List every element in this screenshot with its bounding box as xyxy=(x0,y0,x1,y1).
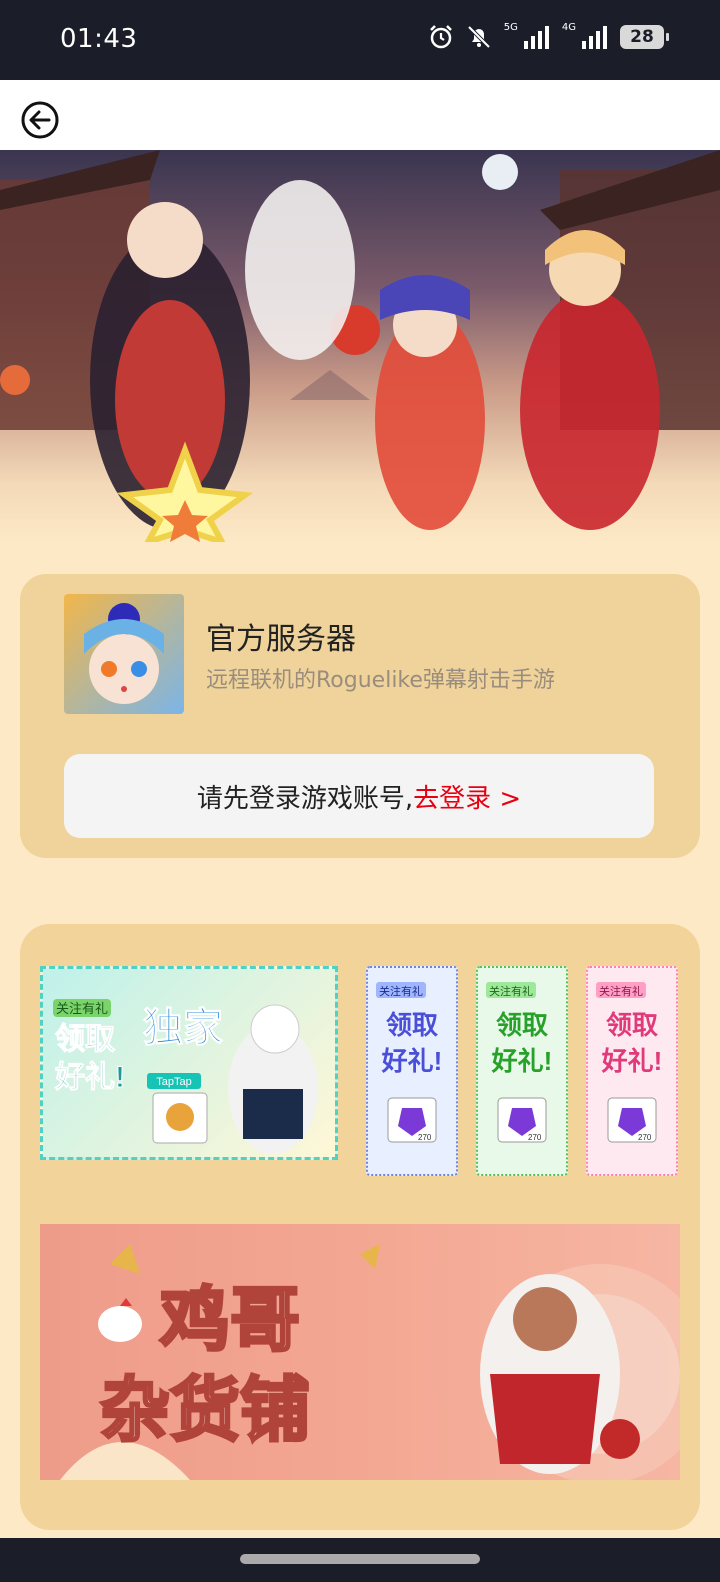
promo-main-badge: 关注有礼 xyxy=(56,1001,108,1016)
status-bar: 01:43 5G 4G 28 xyxy=(0,0,720,80)
promo-small-badge-3: 关注有礼 xyxy=(599,984,643,998)
game-icon xyxy=(64,594,184,714)
network-label-5g: 5G xyxy=(503,21,518,33)
shop-title-line1: 鸡哥 xyxy=(160,1281,300,1359)
promo-douyin-card[interactable]: 关注有礼 领取 好礼! 270 xyxy=(366,966,458,1176)
promo-main-text-2: 独家 xyxy=(143,1006,223,1050)
promo-card: 关注有礼 领取 独家 好礼! TapTap 关注有礼 领取 好礼! 270 关注… xyxy=(20,924,700,1530)
shop-title-line2: 杂货铺 xyxy=(100,1371,310,1449)
promo-small-text-1: 领取 xyxy=(386,1010,438,1040)
network-label-4g: 4G xyxy=(561,21,576,33)
promo-bilibili-card[interactable]: 关注有礼 领取 好礼! 270 xyxy=(586,966,678,1176)
battery-indicator: 28 xyxy=(620,25,669,49)
home-indicator-pill[interactable] xyxy=(240,1554,480,1564)
promo-small-count-2: 270 xyxy=(528,1133,542,1142)
login-prompt-button[interactable]: 请先登录游戏账号, 去登录 > xyxy=(64,754,654,838)
back-arrow-icon[interactable] xyxy=(20,100,60,140)
shop-banner[interactable]: 鸡哥 杂货铺 xyxy=(40,1224,680,1480)
status-icons: 5G 4G 28 xyxy=(428,21,669,50)
status-time: 01:43 xyxy=(60,24,138,54)
promo-small-text-2c: 好礼! xyxy=(601,1046,663,1076)
server-subtitle: 远程联机的Roguelike弹幕射击手游 xyxy=(206,668,555,693)
promo-small-text-1c: 领取 xyxy=(606,1010,658,1040)
server-card: 官方服务器 远程联机的Roguelike弹幕射击手游 请先登录游戏账号, 去登录 … xyxy=(20,574,700,858)
promo-small-badge-2: 关注有礼 xyxy=(489,984,533,998)
promo-small-count-3: 270 xyxy=(638,1133,652,1142)
promo-main-platform: TapTap xyxy=(156,1076,191,1088)
navigation-bar xyxy=(0,1538,720,1582)
promo-small-count-1: 270 xyxy=(418,1133,432,1142)
promo-wechat-card[interactable]: 关注有礼 领取 好礼! 270 xyxy=(476,966,568,1176)
hero-banner xyxy=(0,150,720,542)
login-prompt-text: 请先登录游戏账号, xyxy=(196,783,414,814)
promo-small-text-2b: 好礼! xyxy=(491,1046,553,1076)
alarm-icon xyxy=(429,25,452,49)
promo-small-badge-1: 关注有礼 xyxy=(379,984,423,998)
hero-illustration xyxy=(0,150,720,542)
promo-main-text-1: 领取 xyxy=(55,1022,115,1056)
login-link[interactable]: 去登录 > xyxy=(413,778,521,815)
promo-taptap-banner[interactable]: 关注有礼 领取 独家 好礼! TapTap xyxy=(40,966,338,1160)
server-title: 官方服务器 xyxy=(206,622,356,657)
signal-5g-icon xyxy=(523,26,549,49)
promo-small-text-1b: 领取 xyxy=(496,1010,548,1040)
mute-bell-icon xyxy=(467,25,491,49)
signal-4g-icon xyxy=(582,26,607,49)
promo-main-text-3: 好礼! xyxy=(54,1061,125,1094)
app-bar xyxy=(0,80,720,150)
promo-small-text-2: 好礼! xyxy=(381,1046,443,1076)
